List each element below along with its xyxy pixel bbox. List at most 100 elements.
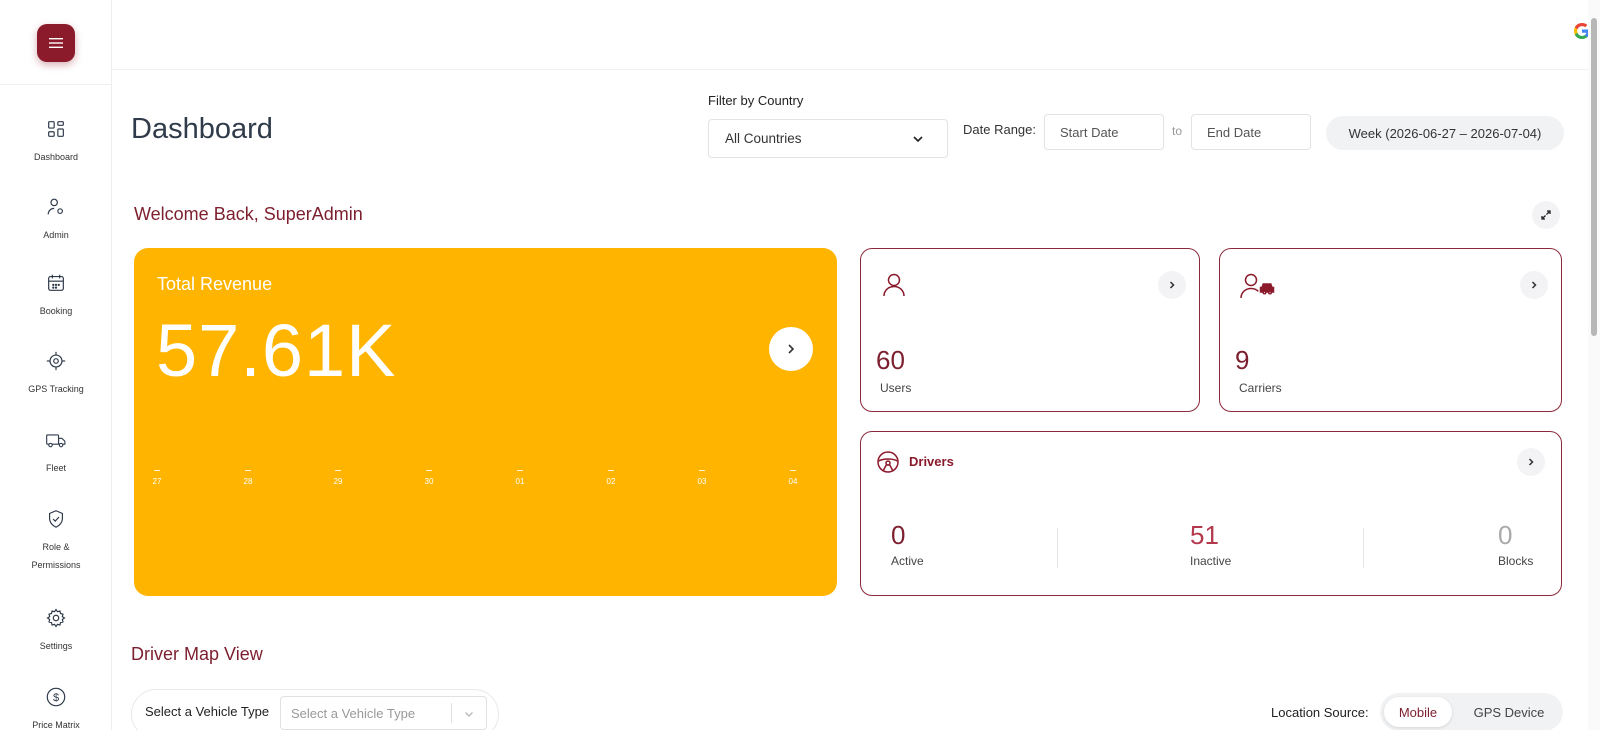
gps-icon	[46, 351, 66, 371]
sidebar-item-label: Fleet	[45, 463, 66, 473]
drivers-blocks-label: Blocks	[1498, 554, 1534, 568]
sidebar-item-gps-tracking[interactable]: GPS Tracking	[0, 350, 112, 398]
carriers-card[interactable]: 9 Carriers	[1219, 248, 1562, 412]
week-range-chip[interactable]: Week (2026-06-27 – 2026-07-04)	[1326, 116, 1564, 150]
end-date-input[interactable]: End Date	[1191, 114, 1311, 150]
scrollbar[interactable]	[1588, 0, 1600, 730]
start-date-input[interactable]: Start Date	[1044, 114, 1164, 150]
revenue-tick-label: 27	[152, 477, 162, 486]
filter-country-label: Filter by Country	[708, 93, 804, 108]
hamburger-icon	[49, 38, 63, 48]
sidebar-item-roles-permissions[interactable]: Role & Permissions	[0, 508, 112, 574]
steering-wheel-icon	[877, 451, 899, 473]
revenue-details-button[interactable]	[769, 327, 813, 371]
divider	[1363, 528, 1364, 568]
sidebar-item-booking[interactable]: Booking	[0, 272, 112, 320]
revenue-title: Total Revenue	[157, 274, 273, 294]
sidebar-item-fleet[interactable]: Fleet	[0, 429, 112, 477]
gear-icon	[46, 608, 66, 628]
drivers-title: Drivers	[909, 454, 954, 469]
sidebar-item-label: Booking	[39, 306, 73, 316]
sidebar-item-label-line1: Role &	[42, 542, 70, 552]
scrollbar-thumb[interactable]	[1591, 18, 1597, 336]
drivers-card[interactable]: Drivers 0 Active 51 Inactive 0 Blocks	[860, 431, 1562, 596]
users-count: 60	[876, 345, 905, 375]
chevron-right-icon	[1169, 281, 1175, 289]
vehicle-type-select[interactable]: Select a Vehicle Type	[280, 696, 487, 730]
chevron-down-icon	[913, 136, 923, 143]
chevron-right-icon	[1528, 458, 1534, 466]
sidebar-item-label: Dashboard	[33, 152, 79, 162]
drivers-arrow-button[interactable]	[1517, 448, 1545, 476]
chevron-right-icon	[788, 344, 795, 354]
date-range-label: Date Range:	[963, 122, 1036, 137]
truck-icon	[46, 434, 66, 448]
sidebar-item-admin[interactable]: Admin	[0, 196, 112, 244]
revenue-tick-label: 29	[333, 477, 343, 486]
admin-icon	[47, 198, 64, 215]
location-source-toggle: Mobile GPS Device	[1380, 693, 1563, 730]
revenue-tick-label: 03	[697, 477, 707, 486]
revenue-tick: 01	[508, 470, 532, 486]
revenue-chart-axis: 27 28 29 30 01 02 03 04	[153, 470, 817, 490]
drivers-inactive-count: 51	[1190, 520, 1219, 550]
drivers-active-count: 0	[891, 520, 906, 550]
users-arrow-button[interactable]	[1158, 271, 1186, 299]
users-card[interactable]: 60 Users	[860, 248, 1200, 412]
select-separator	[451, 703, 452, 723]
revenue-tick: 03	[690, 470, 714, 486]
divider	[1057, 528, 1058, 568]
sidebar-item-label-line2: Permissions	[31, 560, 81, 570]
revenue-value: 57.61K	[156, 309, 397, 392]
drivers-active-label: Active	[891, 554, 924, 568]
revenue-tick: 29	[326, 470, 350, 486]
expand-button[interactable]	[1532, 201, 1560, 229]
svg-text:$: $	[53, 692, 59, 704]
dashboard-icon	[48, 121, 64, 137]
topbar	[112, 0, 1590, 70]
vehicle-type-placeholder: Select a Vehicle Type	[291, 705, 416, 721]
sidebar-item-label: Price Matrix	[32, 720, 80, 730]
user-icon	[883, 273, 905, 297]
country-select-value: All Countries	[725, 131, 802, 146]
calendar-icon	[48, 274, 64, 291]
drivers-blocks-count: 0	[1498, 520, 1513, 550]
revenue-tick-label: 02	[606, 477, 616, 486]
drivers-inactive-label: Inactive	[1190, 554, 1232, 568]
carriers-count: 9	[1235, 345, 1250, 375]
sidebar-item-label: Admin	[43, 230, 69, 240]
date-range-to: to	[1172, 124, 1183, 138]
dollar-icon: $	[46, 687, 66, 707]
sidebar: Dashboard Admin Booking GPS Tracking Fle…	[0, 0, 112, 730]
revenue-tick-label: 01	[515, 477, 525, 486]
chevron-down-icon	[464, 711, 474, 718]
country-select[interactable]: All Countries	[708, 119, 948, 158]
revenue-tick-label: 28	[243, 477, 253, 486]
users-label: Users	[880, 381, 912, 395]
sidebar-item-price-matrix[interactable]: $ Price Matrix	[0, 686, 112, 730]
revenue-tick: 04	[781, 470, 805, 486]
vehicle-type-filter: Select a Vehicle Type Select a Vehicle T…	[131, 689, 499, 730]
sidebar-item-label: GPS Tracking	[28, 384, 84, 394]
sidebar-divider	[0, 84, 112, 85]
location-option-mobile[interactable]: Mobile	[1384, 697, 1452, 727]
app: Dashboard Admin Booking GPS Tracking Fle…	[0, 0, 1600, 730]
expand-icon	[1541, 210, 1551, 220]
chevron-right-icon	[1531, 281, 1537, 289]
location-source-label: Location Source:	[1271, 705, 1369, 720]
menu-toggle-button[interactable]	[37, 24, 75, 62]
revenue-tick: 28	[236, 470, 260, 486]
carriers-arrow-button[interactable]	[1520, 271, 1548, 299]
revenue-tick: 27	[145, 470, 169, 486]
revenue-tick: 30	[417, 470, 441, 486]
total-revenue-card: Total Revenue 57.61K 27 28 29 30 01 02 0…	[134, 248, 837, 596]
sidebar-item-settings[interactable]: Settings	[0, 607, 112, 655]
page-title: Dashboard	[131, 113, 273, 145]
sidebar-item-label: Settings	[39, 641, 73, 651]
sidebar-item-dashboard[interactable]: Dashboard	[0, 118, 112, 166]
revenue-tick-label: 04	[788, 477, 798, 486]
shield-icon	[48, 510, 64, 528]
driver-map-title: Driver Map View	[131, 644, 263, 664]
location-option-gps-device[interactable]: GPS Device	[1460, 697, 1558, 727]
welcome-heading: Welcome Back, SuperAdmin	[134, 204, 363, 224]
